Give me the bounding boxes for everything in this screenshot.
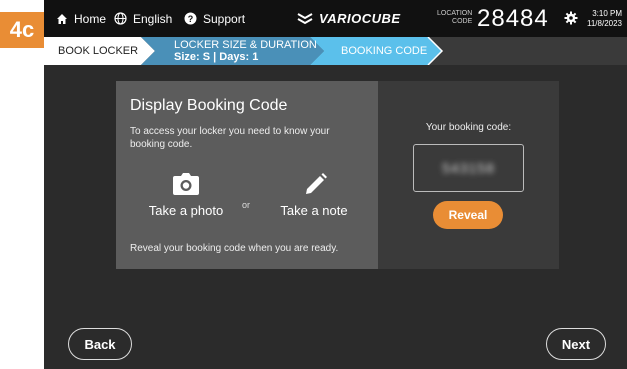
option-note-label: Take a note <box>280 203 348 218</box>
svg-text:?: ? <box>188 14 194 24</box>
breadcrumb-step-size-duration[interactable]: LOCKER SIZE & DURATION Size: S | Days: 1 <box>174 37 317 65</box>
location-code-label: LOCATION CODE <box>437 10 473 25</box>
card-footer-text: Reveal your booking code when you are re… <box>130 243 339 254</box>
top-bar: Home English ? Support VARIOCUBE LOCATIO… <box>44 0 627 37</box>
language-button[interactable]: English <box>114 0 172 37</box>
card-description: To access your locker you need to know y… <box>130 126 330 150</box>
help-icon: ? <box>184 12 197 25</box>
option-take-note: Take a note <box>264 173 364 218</box>
brand-logo: VARIOCUBE <box>297 0 401 37</box>
breadcrumb-step-book-locker[interactable]: BOOK LOCKER <box>58 37 138 65</box>
kiosk-screen: Home English ? Support VARIOCUBE LOCATIO… <box>44 0 627 369</box>
breadcrumb: BOOK LOCKER LOCKER SIZE & DURATION Size:… <box>44 37 627 65</box>
reveal-button[interactable]: Reveal <box>433 201 503 229</box>
booking-code-info-card: Display Booking Code To access your lock… <box>116 81 378 269</box>
booking-code-box: 543158 <box>413 144 524 192</box>
home-button[interactable]: Home <box>56 0 106 37</box>
home-label: Home <box>74 11 107 26</box>
camera-icon <box>173 173 199 195</box>
option-take-photo: Take a photo <box>136 173 236 218</box>
breadcrumb-step-booking-code: BOOKING CODE <box>341 45 428 57</box>
or-label: or <box>242 200 251 210</box>
brand-name: VARIOCUBE <box>319 11 401 26</box>
step-tag: 4c <box>0 12 44 48</box>
masked-booking-code: 543158 <box>442 160 495 176</box>
home-icon <box>57 13 67 24</box>
booking-code-label: Your booking code: <box>425 122 512 133</box>
next-button[interactable]: Next <box>546 328 606 360</box>
support-label: Support <box>203 11 246 26</box>
support-button[interactable]: ? Support <box>184 0 245 37</box>
clock: 3:10 PM 11/8/2023 <box>587 9 622 28</box>
pencil-icon <box>306 173 327 194</box>
location-code: 28484 <box>477 5 549 32</box>
back-button[interactable]: Back <box>68 328 132 360</box>
gear-icon[interactable] <box>564 11 578 25</box>
option-photo-label: Take a photo <box>148 203 224 218</box>
brand-chevron-icon <box>297 12 313 24</box>
booking-code-panel: Your booking code: 543158 Reveal <box>378 81 559 269</box>
language-label: English <box>133 11 173 26</box>
globe-icon <box>114 12 127 25</box>
card-title: Display Booking Code <box>130 97 288 114</box>
